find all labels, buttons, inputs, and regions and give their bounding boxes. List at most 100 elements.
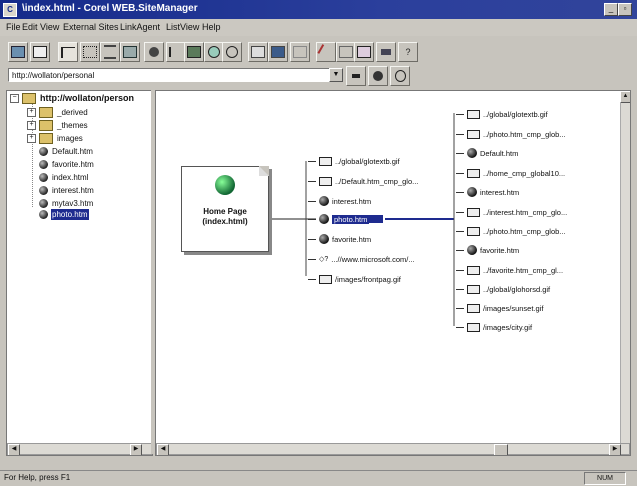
expand-icon[interactable]: + [27, 121, 36, 130]
link-node[interactable]: interest.htm [456, 186, 519, 198]
connector-icon [308, 218, 316, 220]
link-horizontal-scrollbar[interactable]: ◀ ▶ [156, 443, 630, 455]
tree-item-label: _themes [57, 121, 88, 130]
tree-folder-images[interactable]: + images [27, 133, 84, 144]
scroll-thumb[interactable] [494, 444, 508, 455]
refresh-icon[interactable] [290, 42, 310, 62]
link-node[interactable]: /images/city.gif [456, 321, 532, 333]
page-ball-icon [467, 148, 477, 158]
question-icon[interactable] [222, 42, 242, 62]
tree-page-photo[interactable]: photo.htm [39, 209, 89, 220]
list-view-icon[interactable] [100, 42, 120, 62]
scroll-right-icon[interactable]: ▶ [609, 444, 621, 455]
link-node[interactable]: ../global/glotextb.gif [308, 155, 400, 167]
link-node[interactable]: ../photo.htm_cmp_glob... [456, 225, 566, 237]
tree-page-default[interactable]: Default.htm [39, 146, 94, 157]
link-node[interactable]: ../global/glotextb.gif [456, 108, 548, 120]
link-vertical-scrollbar[interactable]: ▲ [620, 91, 630, 455]
page-file-icon [467, 129, 480, 139]
tree-page-index[interactable]: index.html [39, 172, 89, 183]
expand-icon[interactable]: + [27, 134, 36, 143]
collapse-icon[interactable]: − [10, 94, 19, 103]
page-ball-icon [39, 210, 48, 219]
app-icon[interactable]: C [3, 3, 17, 17]
clock-icon[interactable] [390, 66, 410, 86]
record-button[interactable] [368, 66, 388, 86]
link-label: interest.htm [332, 196, 372, 206]
tree-root[interactable]: − http://wollaton/person [10, 93, 135, 104]
connector-icon [308, 180, 316, 182]
chevron-down-icon[interactable]: ▼ [329, 68, 343, 82]
menu-linkagent[interactable]: LinkAgent [120, 22, 160, 32]
globe-icon[interactable] [204, 42, 224, 62]
link-node[interactable]: /images/frontpag.gif [308, 273, 401, 285]
image-file-icon [467, 322, 480, 332]
folder-icon [39, 107, 53, 118]
menu-edit[interactable]: Edit [22, 22, 38, 32]
link-node[interactable]: ../home_cmp_global10... [456, 167, 565, 179]
tree-item-label: _derived [57, 108, 88, 117]
arrow-icon[interactable] [166, 42, 186, 62]
menu-help[interactable]: Help [202, 22, 221, 32]
expand-icon[interactable]: + [27, 108, 36, 117]
scroll-right-icon[interactable]: ▶ [130, 444, 142, 455]
menu-external-sites[interactable]: External Sites [63, 22, 119, 32]
link-label: ../global/glohorsd.gif [483, 284, 551, 294]
properties-icon[interactable] [268, 42, 288, 62]
menu-bar: File Edit View External Sites LinkAgent … [0, 19, 637, 36]
link-label: Default.htm [480, 148, 519, 158]
link-node[interactable]: interest.htm [308, 195, 371, 207]
home-icon[interactable] [30, 42, 50, 62]
print-icon[interactable] [248, 42, 268, 62]
tree-page-mytav3[interactable]: mytav3.htm [39, 198, 94, 209]
tree-horizontal-scrollbar[interactable]: ◀ ▶ [7, 443, 152, 455]
tree-page-favorite[interactable]: favorite.htm [39, 159, 95, 170]
tree-item-label: Default.htm [52, 147, 93, 156]
connector-icon [456, 113, 464, 115]
external-link-icon: ◇? [319, 255, 329, 263]
tree-view-icon[interactable] [120, 42, 140, 62]
link-node[interactable]: ../favorite.htm_cmp_gl... [456, 264, 563, 276]
link-node[interactable]: ../interest.htm_cmp_glo... [456, 206, 567, 218]
connector-icon [456, 152, 464, 154]
copy-icon[interactable] [354, 42, 374, 62]
circle-icon[interactable] [144, 42, 164, 62]
page-file-icon [319, 176, 332, 186]
menu-listview[interactable]: ListView [166, 22, 199, 32]
link-node-selected[interactable]: photo.htm [308, 213, 370, 225]
link-node[interactable]: /images/sunset.gif [456, 302, 543, 314]
open-icon[interactable] [336, 42, 356, 62]
link-label: ...//www.microsoft.com/... [331, 254, 415, 264]
menu-view[interactable]: View [40, 22, 59, 32]
tree-folder-derived[interactable]: + _derived [27, 107, 89, 118]
link-label: favorite.htm [332, 234, 372, 244]
link-node[interactable]: ◇? ...//www.microsoft.com/... [308, 253, 415, 265]
go-button[interactable] [346, 66, 366, 86]
link-node[interactable]: ../global/glohorsd.gif [456, 283, 550, 295]
connector-icon [308, 160, 316, 162]
save-icon[interactable] [8, 42, 28, 62]
minimize-icon[interactable]: _ [604, 3, 618, 16]
help-icon[interactable]: ? [398, 42, 418, 62]
link-view-icon[interactable] [58, 42, 78, 62]
link-node[interactable]: favorite.htm [308, 233, 371, 245]
scroll-up-icon[interactable]: ▲ [620, 91, 630, 103]
link-node[interactable]: favorite.htm [456, 244, 519, 256]
scroll-left-icon[interactable]: ◀ [157, 444, 169, 455]
tree-folder-themes[interactable]: + _themes [27, 120, 89, 131]
grid-view-icon[interactable] [80, 42, 100, 62]
link-label: /images/city.gif [483, 322, 533, 332]
link-node[interactable]: Default.htm [456, 147, 518, 159]
home-page-card[interactable]: Home Page (index.html) [181, 166, 269, 252]
address-input[interactable]: http://wollaton/personal [8, 68, 330, 82]
tree-page-interest[interactable]: interest.htm [39, 185, 95, 196]
maximize-icon[interactable]: ▫ [618, 3, 632, 16]
stop-icon[interactable] [316, 42, 336, 62]
link-node[interactable]: ../photo.htm_cmp_glob... [456, 128, 566, 140]
paste-icon[interactable] [376, 42, 396, 62]
menu-file[interactable]: File [6, 22, 21, 32]
image-icon[interactable] [184, 42, 204, 62]
scroll-left-icon[interactable]: ◀ [8, 444, 20, 455]
connector-icon [456, 249, 464, 251]
link-node[interactable]: ../Default.htm_cmp_glo... [308, 175, 418, 187]
